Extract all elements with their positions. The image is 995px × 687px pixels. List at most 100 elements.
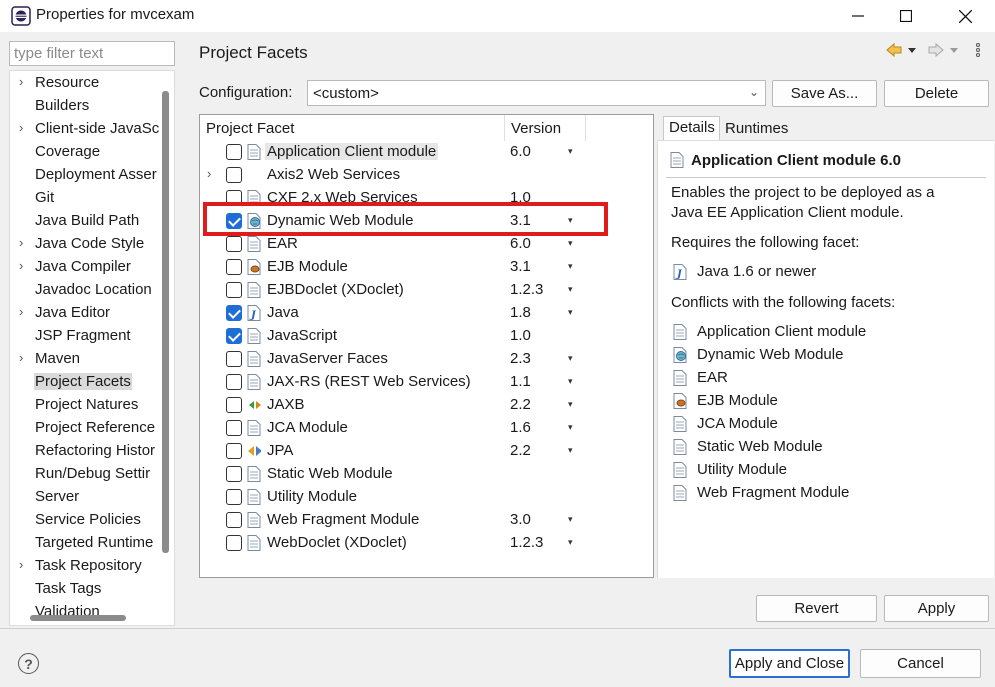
nav-item[interactable]: Deployment Asser [10,164,160,187]
facet-row[interactable]: JCA Module 1.6 ▾ [200,417,653,440]
delete-button[interactable]: Delete [884,80,989,107]
facet-version[interactable]: 1.6 [510,419,531,436]
apply-button[interactable]: Apply [884,595,989,622]
facet-version[interactable]: 1.8 [510,304,531,321]
nav-item[interactable]: › Task Repository [10,555,160,578]
nav-item[interactable]: Project Natures [10,394,160,417]
facet-row[interactable]: JavaScript 1.0 [200,325,653,348]
version-dropdown-icon[interactable]: ▾ [568,445,573,456]
chevron-right-icon[interactable]: › [19,235,23,250]
version-dropdown-icon[interactable]: ▾ [568,514,573,525]
facet-version[interactable]: 2.3 [510,350,531,367]
version-dropdown-icon[interactable]: ▾ [568,146,573,157]
facet-checkbox[interactable] [226,282,242,298]
version-dropdown-icon[interactable]: ▾ [568,376,573,387]
minimize-button[interactable] [835,0,881,32]
chevron-right-icon[interactable]: › [19,120,23,135]
nav-item[interactable]: › Java Compiler [10,256,160,279]
facet-checkbox[interactable] [226,535,242,551]
nav-item[interactable]: JSP Fragment [10,325,160,348]
properties-nav-tree[interactable]: › Resource Builders › Client-side JavaSc Cove… [9,70,175,626]
forward-button[interactable] [928,42,960,62]
help-button[interactable]: ? [18,653,39,674]
chevron-right-icon[interactable]: › [207,166,211,181]
nav-item[interactable]: Run/Debug Settir [10,463,160,486]
facet-checkbox[interactable] [226,305,242,321]
nav-item[interactable]: Builders [10,95,160,118]
facet-row[interactable]: Application Client module 6.0 ▾ [200,141,653,164]
facet-checkbox[interactable] [226,420,242,436]
chevron-right-icon[interactable]: › [19,350,23,365]
version-dropdown-icon[interactable]: ▾ [568,261,573,272]
nav-item[interactable]: Javadoc Location [10,279,160,302]
nav-item[interactable]: › Java Code Style [10,233,160,256]
filter-input[interactable] [10,42,174,65]
chevron-right-icon[interactable]: › [19,74,23,89]
version-dropdown-icon[interactable]: ▾ [568,307,573,318]
column-header-facet[interactable]: Project Facet [206,120,294,137]
facet-version[interactable]: 1.2.3 [510,281,543,298]
nav-horizontal-scrollbar[interactable] [30,615,126,621]
facet-row[interactable]: Web Fragment Module 3.0 ▾ [200,509,653,532]
apply-and-close-button[interactable]: Apply and Close [729,649,850,678]
facet-checkbox[interactable] [226,167,242,183]
nav-item[interactable]: Task Tags [10,578,160,601]
facet-version[interactable]: 3.0 [510,511,531,528]
facet-version[interactable]: 1.2.3 [510,534,543,551]
facet-checkbox[interactable] [226,466,242,482]
column-header-version[interactable]: Version [511,120,561,137]
facet-checkbox[interactable] [226,351,242,367]
version-dropdown-icon[interactable]: ▾ [568,399,573,410]
nav-item[interactable]: Coverage [10,141,160,164]
facet-checkbox[interactable] [226,236,242,252]
facet-checkbox[interactable] [226,512,242,528]
maximize-button[interactable] [883,0,929,32]
close-button[interactable] [942,0,988,32]
facet-row[interactable]: JPA 2.2 ▾ [200,440,653,463]
nav-item[interactable]: Service Policies [10,509,160,532]
facet-checkbox[interactable] [226,144,242,160]
nav-item[interactable]: › Maven [10,348,160,371]
facet-row[interactable]: J Java 1.8 ▾ [200,302,653,325]
facet-checkbox[interactable] [226,489,242,505]
facet-row[interactable]: JavaServer Faces 2.3 ▾ [200,348,653,371]
nav-item[interactable]: › Resource [10,72,160,95]
nav-item[interactable]: Java Build Path [10,210,160,233]
facet-version[interactable]: 6.0 [510,143,531,160]
facet-row[interactable]: WebDoclet (XDoclet) 1.2.3 ▾ [200,532,653,555]
facet-version[interactable]: 3.1 [510,258,531,275]
tab-runtimes[interactable]: Runtimes [721,118,792,140]
nav-item[interactable]: › Client-side JavaSc [10,118,160,141]
chevron-right-icon[interactable]: › [19,557,23,572]
facet-checkbox[interactable] [226,443,242,459]
facet-checkbox[interactable] [226,328,242,344]
facet-row[interactable]: Utility Module [200,486,653,509]
facet-row[interactable]: EJB Module 3.1 ▾ [200,256,653,279]
facets-table[interactable]: Project Facet Version Application Client… [199,114,654,578]
version-dropdown-icon[interactable]: ▾ [568,422,573,433]
version-dropdown-icon[interactable]: ▾ [568,238,573,249]
configuration-select[interactable]: <custom> ⌄ [307,80,766,106]
nav-item[interactable]: Refactoring Histor [10,440,160,463]
facet-version[interactable]: 1.0 [510,327,531,344]
facet-row[interactable]: Static Web Module [200,463,653,486]
save-as-button[interactable]: Save As... [772,80,877,107]
back-button[interactable] [886,42,918,62]
chevron-right-icon[interactable]: › [19,258,23,273]
nav-item[interactable]: Targeted Runtime [10,532,160,555]
version-dropdown-icon[interactable]: ▾ [568,284,573,295]
facet-checkbox[interactable] [226,397,242,413]
nav-item[interactable]: Git [10,187,160,210]
filter-field[interactable] [9,41,175,66]
nav-item[interactable]: Server [10,486,160,509]
facet-checkbox[interactable] [226,259,242,275]
facet-row[interactable]: JAX-RS (REST Web Services) 1.1 ▾ [200,371,653,394]
facet-version[interactable]: 2.2 [510,396,531,413]
revert-button[interactable]: Revert [756,595,877,622]
nav-item[interactable]: Project Reference [10,417,160,440]
facet-version[interactable]: 2.2 [510,442,531,459]
facet-version[interactable]: 1.1 [510,373,531,390]
version-dropdown-icon[interactable]: ▾ [568,353,573,364]
facet-row[interactable]: › Axis2 Web Services [200,164,653,187]
facet-row[interactable]: EJBDoclet (XDoclet) 1.2.3 ▾ [200,279,653,302]
